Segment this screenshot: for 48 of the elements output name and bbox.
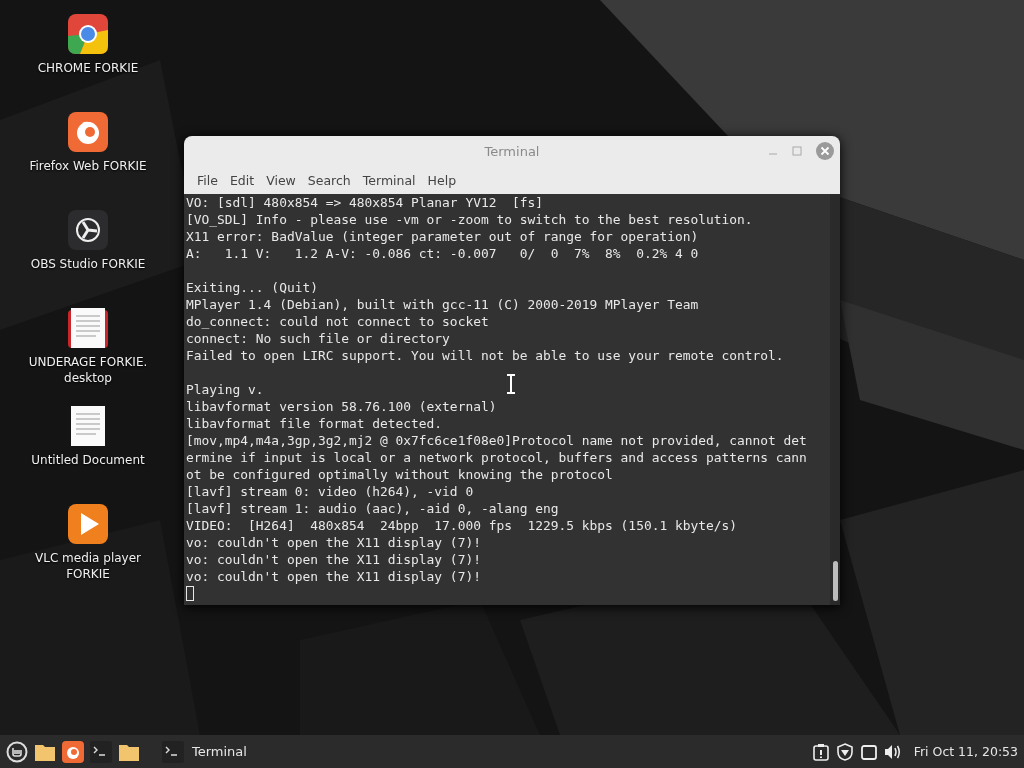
terminal-icon[interactable] <box>162 740 184 763</box>
terminal-line: Failed to open LIRC support. You will not be able to use your remote control. <box>186 347 784 364</box>
clipboard-icon[interactable] <box>811 742 830 761</box>
terminal-line: MPlayer 1.4 (Debian), built with gcc-11 (C) 2000-2019 MPlayer Team <box>186 296 699 313</box>
terminal-line: libavformat file format detected. <box>186 415 443 432</box>
icon-label[interactable]: UNDERAGE FORKIE. desktop <box>28 354 148 386</box>
terminal-line: Exiting... (Quit) <box>186 279 318 296</box>
menu-item[interactable]: Edit <box>224 170 260 190</box>
clock[interactable]: Fri Oct 11, 20:53 <box>913 744 1018 759</box>
shield-icon[interactable] <box>835 742 854 761</box>
document-icon <box>68 308 108 348</box>
terminal-line: [lavf] stream 1: audio (aac), -aid 0, -alang eng <box>186 500 559 517</box>
icon-label[interactable]: VLC media player FORKIE <box>35 550 141 582</box>
menu-item[interactable]: Help <box>422 170 462 190</box>
terminal-line: VIDEO: [H264] 480x854 24bpp 17.000 fps 1229.5 kbps (150.1 kbyte/s) <box>186 517 738 534</box>
scrollbar-thumb[interactable] <box>833 561 838 601</box>
text-cursor-icon <box>505 374 517 394</box>
menu-item[interactable]: View <box>261 170 301 190</box>
terminal-line: ermine if input is local or a network protocol, buffers and access patterns cann <box>186 449 807 466</box>
icon-label[interactable]: CHROME FORKIE <box>37 60 139 76</box>
menu-item[interactable]: Search <box>302 170 356 190</box>
terminal-line: [mov,mp4,m4a,3gp,3g2,mj2 @ 0x7fc6ce1f08e0]Protocol name not provided, cannot det <box>186 432 807 449</box>
terminal-line: vo: couldn't open the X11 display (7)! <box>186 568 481 585</box>
terminal-line: X11 error: BadValue (integer parameter out of range for operation) <box>186 228 699 245</box>
terminal-line: vo: couldn't open the X11 display (7)! <box>186 551 481 568</box>
terminal-line: libavformat version 58.76.100 (external) <box>186 398 497 415</box>
icon-label[interactable]: Untitled Document <box>31 452 145 468</box>
terminal-line: Playing v. <box>186 381 264 398</box>
terminal-line: connect: No such file or directory <box>186 330 450 347</box>
terminal-line: VO: [sdl] 480x854 => 480x854 Planar YV12 [fs] <box>186 194 543 211</box>
close-icon[interactable] <box>816 142 834 160</box>
terminal-line: do_connect: could not connect to socket <box>186 313 489 330</box>
terminal-line: vo: couldn't open the X11 display (7)! <box>186 534 481 551</box>
terminal-line: ot be configured optimally without knowing the protocol <box>186 466 613 483</box>
terminal-line: A: 1.1 V: 1.2 A-V: -0.086 ct: -0.007 0/ 0 7% 8% 0.2% 4 0 <box>186 245 699 262</box>
window-icon[interactable] <box>859 742 878 761</box>
taskbar-window-button[interactable]: Terminal <box>156 736 253 767</box>
terminal-cursor <box>186 586 194 601</box>
icon-label[interactable]: OBS Studio FORKIE <box>30 256 146 272</box>
terminal-line: [lavf] stream 0: video (h264), -vid 0 <box>186 483 474 500</box>
play-icon <box>68 504 108 544</box>
window-title: Terminal <box>484 143 540 159</box>
icon-label[interactable]: Firefox Web FORKIE <box>29 158 147 174</box>
menu-item[interactable]: Terminal <box>357 170 421 190</box>
terminal-icon[interactable] <box>90 740 112 763</box>
menu-item[interactable]: File <box>192 170 223 190</box>
document-icon <box>68 406 108 446</box>
terminal-line: [VO_SDL] Info - please use -vm or -zoom to switch to the best resolution. <box>186 211 753 228</box>
